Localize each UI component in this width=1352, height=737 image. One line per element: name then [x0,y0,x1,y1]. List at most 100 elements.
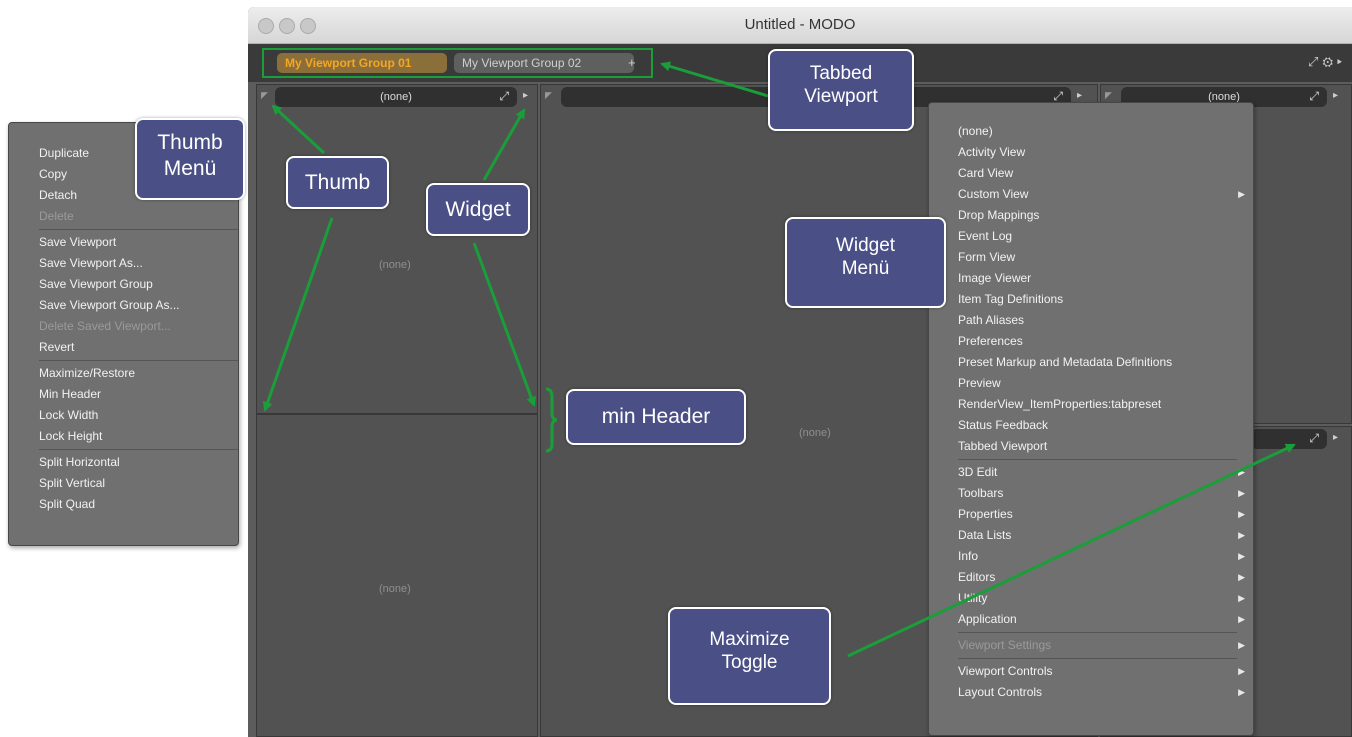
menu-item[interactable]: Save Viewport Group As... [39,295,238,316]
menu-item[interactable]: Application ▶ [958,609,1245,630]
callout-line: Menü [163,156,217,180]
tab-my-viewport-group-02[interactable]: My Viewport Group 02 [454,53,634,73]
menu-item[interactable]: Min Header [39,384,238,405]
menu-item[interactable]: Path Aliases [958,310,1237,331]
submenu-arrow-icon: ▶ [1238,551,1245,561]
menu-separator [958,459,1237,460]
submenu-arrow-icon: ▶ [1238,467,1245,477]
menu-item-label: Custom View [958,187,1029,201]
menu-item[interactable]: Event Log [958,226,1237,247]
menu-item[interactable]: RenderView_ItemProperties:tabpreset [958,394,1237,415]
menu-item-label: Drop Mappings [958,208,1040,222]
menu-item[interactable]: Save Viewport [39,232,238,253]
menu-item-label: Duplicate [39,146,90,160]
menu-item-label: Maximize/Restore [39,366,136,380]
menu-separator [39,229,238,230]
menu-item-label: Save Viewport Group [39,277,153,291]
menu-item-label: Split Horizontal [39,455,120,469]
menu-item-label: Event Log [958,229,1013,243]
menu-item-label: Split Quad [39,497,96,511]
thumb-icon[interactable]: ◤ [545,90,555,100]
menu-item[interactable]: Lock Width [39,405,238,426]
menu-item[interactable]: Activity View [958,142,1237,163]
maximize-icon[interactable]: ⤢ [1308,54,1322,69]
menu-item[interactable]: Preset Markup and Metadata Definitions [958,352,1237,373]
menu-item[interactable]: (none) [958,121,1237,142]
callout-line: Tabbed [809,63,873,84]
menu-item[interactable]: Item Tag Definitions [958,289,1237,310]
menu-separator [958,632,1237,633]
maximize-toggle-icon[interactable]: ⤢ [1309,89,1319,104]
menu-item[interactable]: Info ▶ [958,546,1245,567]
widget-menu-arrow-icon[interactable]: ▸ [1333,90,1338,101]
menu-item[interactable]: Image Viewer [958,268,1237,289]
callout-line: Widget [835,235,896,256]
menu-item[interactable]: Split Quad [39,494,238,515]
submenu-arrow-icon: ▶ [1238,572,1245,582]
widget-menu-arrow-icon[interactable]: ▸ [1077,90,1082,101]
menu-item-label: Form View [958,250,1016,264]
viewport-header-label: (none) [380,91,412,103]
menu-item[interactable]: Layout Controls ▶ [958,682,1245,703]
menu-item[interactable]: Tabbed Viewport [958,436,1237,457]
menu-item-label: 3D Edit [958,465,998,479]
menu-item[interactable]: Custom View ▶ [958,184,1245,205]
menu-item[interactable]: Form View [958,247,1237,268]
viewport-header: ⤢ [1251,429,1327,449]
menu-item[interactable]: Save Viewport Group [39,274,238,295]
menu-item[interactable]: Maximize/Restore [39,363,238,384]
submenu-arrow-icon: ▶ [1238,614,1245,624]
menu-item[interactable]: Lock Height [39,426,238,447]
submenu-arrow-icon: ▶ [1238,687,1245,697]
menu-item-label: Data Lists [958,528,1012,542]
menu-item[interactable]: Drop Mappings [958,205,1237,226]
menu-item-label: Revert [39,340,75,354]
menu-item[interactable]: Properties ▶ [958,504,1245,525]
widget-callout: Widget [426,183,530,236]
widget-menu-arrow-icon[interactable]: ▸ [1333,432,1338,443]
menu-item-label: Path Aliases [958,313,1025,327]
maximize-toggle-icon[interactable]: ⤢ [1309,431,1319,446]
menu-item[interactable]: Revert [39,337,238,358]
widget-menu-arrow-icon[interactable]: ▸ [523,90,528,101]
menu-separator [39,360,238,361]
menu-item[interactable]: Save Viewport As... [39,253,238,274]
callout-line: Viewport [804,86,878,108]
viewport-bottom-left: (none) [256,414,538,737]
menu-item-label: (none) [958,124,993,138]
menu-item-label: Layout Controls [958,685,1043,699]
tab-my-viewport-group-01[interactable]: My Viewport Group 01 [277,53,447,73]
menu-item[interactable]: Data Lists ▶ [958,525,1245,546]
menu-item-label: Tabbed Viewport [958,439,1048,453]
menu-item[interactable]: Split Horizontal [39,452,238,473]
menu-item[interactable]: Split Vertical [39,473,238,494]
title-bar: Untitled - MODO [248,7,1352,44]
submenu-arrow-icon: ▶ [1238,189,1245,199]
menu-item: Delete [39,206,238,227]
chevron-right-icon[interactable]: ▸ [1337,54,1346,69]
menu-item[interactable]: Status Feedback [958,415,1237,436]
thumb-icon[interactable]: ◤ [1105,90,1115,100]
menu-item[interactable]: Preview [958,373,1237,394]
menu-item[interactable]: Toolbars ▶ [958,483,1245,504]
menu-item-label: Preset Markup and Metadata Definitions [958,355,1173,369]
maximize-toggle-icon[interactable]: ⤢ [499,89,509,104]
menu-item[interactable]: Preferences [958,331,1237,352]
menu-item[interactable]: 3D Edit ▶ [958,462,1245,483]
menu-item-label: Utility [958,591,988,605]
menu-item-label: Activity View [958,145,1026,159]
menu-item-label: Detach [39,188,78,202]
menu-item-label: Split Vertical [39,476,106,490]
thumb-icon[interactable]: ◤ [261,90,271,100]
menu-item[interactable]: Card View [958,163,1237,184]
viewport-empty-label: (none) [799,427,831,439]
submenu-arrow-icon: ▶ [1238,640,1245,650]
menu-item[interactable]: Utility ▶ [958,588,1245,609]
menu-item-label: Lock Width [39,408,99,422]
menu-item[interactable]: Editors ▶ [958,567,1245,588]
tabbed-viewport-callout: Tabbed Viewport [768,49,914,131]
gear-icon[interactable]: ⚙ [1322,54,1337,69]
menu-item[interactable]: Viewport Controls ▶ [958,661,1245,682]
menu-item-label: Save Viewport As... [39,256,143,270]
add-tab-button[interactable]: + [628,53,636,73]
